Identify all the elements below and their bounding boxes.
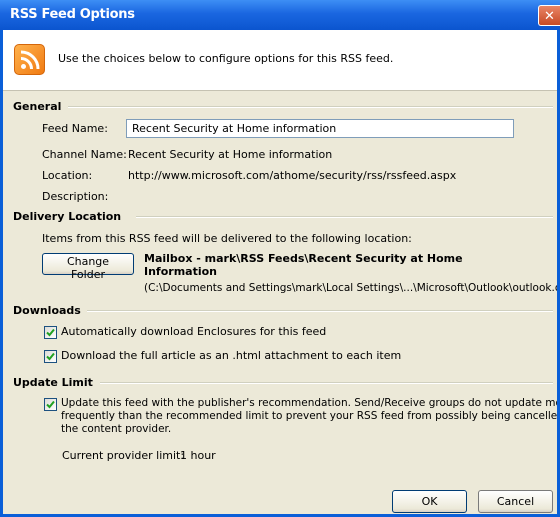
channel-name-label: Channel Name: [42,148,127,161]
location-value: http://www.microsoft.com/athome/security… [128,169,457,182]
delivery-divider [136,216,553,218]
checkmark-icon [46,328,55,337]
update-limit-text-line1[interactable]: Update this feed with the publisher's re… [61,397,560,409]
cancel-button[interactable]: Cancel [478,490,553,513]
general-divider [68,106,553,108]
description-label: Description: [42,190,109,203]
close-button[interactable]: ✕ [538,5,560,26]
rss-feed-icon [14,44,45,75]
provider-limit-value: 1 hour [180,449,216,462]
update-limit-text-line2[interactable]: frequently than the recommended limit to… [61,410,560,422]
window-title: RSS Feed Options [10,7,135,22]
download-full-article-label[interactable]: Download the full article as an .html at… [61,349,401,362]
delivery-folder-path: Mailbox - mark\RSS Feeds\Recent Security… [144,252,463,265]
delivery-intro-text: Items from this RSS feed will be deliver… [42,232,412,245]
delivery-section-title: Delivery Location [13,210,122,223]
provider-limit-label: Current provider limit: [62,449,185,462]
header-instructions: Use the choices below to configure optio… [58,52,394,65]
rss-feed-options-dialog: RSS Feed Options ✕ Use the choices below… [0,0,560,517]
window-frame-left [0,30,3,517]
title-bar[interactable]: RSS Feed Options ✕ [0,0,560,30]
delivery-folder-path-continued: Information [144,265,217,278]
change-folder-button[interactable]: Change Folder [42,253,134,281]
downloads-divider [87,310,553,312]
checkmark-icon [46,400,55,409]
feed-name-label: Feed Name: [42,122,108,135]
location-label: Location: [42,169,93,182]
update-limit-divider [100,382,553,384]
downloads-section-title: Downloads [13,304,81,317]
download-enclosures-label[interactable]: Automatically download Enclosures for th… [61,325,326,338]
checkmark-icon [46,352,55,361]
download-enclosures-checkbox[interactable] [44,326,57,339]
delivery-data-file-path: (C:\Documents and Settings\mark\Local Se… [144,282,560,294]
general-section-title: General [13,100,62,113]
download-full-article-checkbox[interactable] [44,350,57,363]
dialog-client-area: Use the choices below to configure optio… [3,30,560,514]
update-limit-checkbox[interactable] [44,398,57,411]
dialog-body: General Feed Name: Channel Name: Recent … [3,91,560,514]
update-limit-text-line3[interactable]: the content provider. [61,423,171,435]
channel-name-value: Recent Security at Home information [128,148,333,161]
dialog-header: Use the choices below to configure optio… [3,30,560,91]
feed-name-input[interactable] [126,119,514,138]
close-icon: ✕ [544,9,555,24]
update-limit-section-title: Update Limit [13,376,93,389]
ok-button[interactable]: OK [392,490,467,513]
